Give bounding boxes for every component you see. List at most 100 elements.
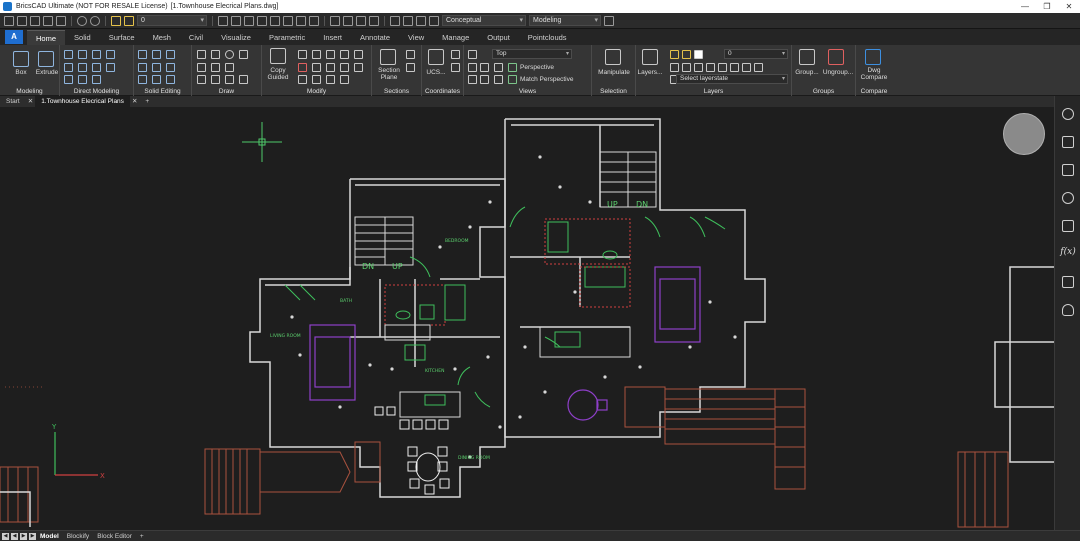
dm-tool-9-icon[interactable] — [64, 75, 73, 84]
tab-block-editor[interactable]: Block Editor — [93, 533, 136, 540]
zoom-extents-icon[interactable] — [343, 15, 353, 26]
view-dropdown[interactable]: Top — [492, 49, 572, 59]
tab-manage[interactable]: Manage — [433, 30, 478, 45]
next-layout-icon[interactable]: ▶ — [20, 532, 27, 540]
layer-tool-5-icon[interactable] — [718, 63, 727, 72]
open-file-icon[interactable] — [17, 15, 27, 26]
ucs-tool-1-icon[interactable] — [451, 50, 460, 59]
box-button[interactable]: Box — [8, 69, 34, 76]
first-layout-icon[interactable]: ◀ — [2, 532, 9, 540]
view-tool-4-icon[interactable] — [468, 75, 477, 84]
polyline-icon[interactable] — [211, 50, 220, 59]
help-icon[interactable] — [604, 15, 614, 26]
tab-annotate[interactable]: Annotate — [351, 30, 399, 45]
print-icon[interactable] — [43, 15, 53, 26]
dm-tool-11-icon[interactable] — [92, 75, 101, 84]
scale-icon[interactable] — [326, 50, 335, 59]
new-file-icon[interactable] — [4, 15, 14, 26]
ucs-tool-2-icon[interactable] — [451, 63, 460, 72]
tab-output[interactable]: Output — [478, 30, 519, 45]
close-start-tab-icon[interactable]: ✕ — [26, 96, 35, 107]
shade-icon[interactable] — [416, 15, 426, 26]
section-tool-2-icon[interactable] — [406, 63, 415, 72]
brush-icon[interactable] — [403, 15, 413, 26]
filter-icon[interactable] — [296, 15, 306, 26]
group-icon[interactable] — [799, 49, 815, 65]
light-icon[interactable] — [429, 15, 439, 26]
polygon-icon[interactable] — [197, 75, 206, 84]
tab-home[interactable]: Home — [27, 30, 66, 45]
group-button[interactable]: Group... — [792, 69, 822, 76]
se-tool-8-icon[interactable] — [152, 75, 161, 84]
rotate-icon[interactable] — [312, 50, 321, 59]
copy-guided-button[interactable]: Copy Guided — [262, 67, 294, 81]
tab-solid[interactable]: Solid — [65, 30, 100, 45]
dm-tool-5-icon[interactable] — [64, 63, 73, 72]
properties-icon[interactable] — [257, 15, 267, 26]
close-drawing-tab-icon[interactable]: ✕ — [130, 96, 139, 107]
table-grid-icon[interactable] — [1062, 220, 1074, 232]
array-icon[interactable] — [312, 75, 321, 84]
view-tool-6-icon[interactable] — [494, 75, 503, 84]
render-icon[interactable] — [390, 15, 400, 26]
match-properties-icon[interactable] — [270, 15, 280, 26]
attach-paperclip-icon[interactable] — [1062, 192, 1074, 204]
se-tool-6-icon[interactable] — [166, 63, 175, 72]
mirror-icon[interactable] — [340, 50, 349, 59]
manipulate-icon[interactable] — [605, 49, 621, 65]
tab-civil[interactable]: Civil — [180, 30, 212, 45]
offset-icon[interactable] — [354, 50, 363, 59]
layer-tool-2-icon[interactable] — [682, 63, 691, 72]
add-layout-button[interactable]: + — [136, 533, 148, 540]
move-icon[interactable] — [298, 50, 307, 59]
last-layout-icon[interactable]: ▶ — [29, 532, 36, 540]
parameters-fx-icon[interactable]: f(x) — [1060, 247, 1076, 257]
floor-plan-drawing[interactable]: BEDROOM LIVING ROOM KITCHEN DINING ROOM … — [0, 107, 1054, 530]
stretch-icon[interactable] — [298, 75, 307, 84]
match-perspective-icon[interactable] — [508, 75, 517, 84]
application-menu-button[interactable]: A — [5, 30, 23, 44]
layer-on-icon[interactable] — [111, 15, 121, 26]
tab-pointclouds[interactable]: Pointclouds — [519, 30, 576, 45]
workspace-dropdown[interactable]: Modeling — [529, 15, 601, 26]
section-plane-button[interactable]: Section Plane — [374, 67, 404, 81]
extrude-button[interactable]: Extrude — [32, 69, 62, 76]
line-icon[interactable] — [197, 50, 206, 59]
orbit-icon[interactable] — [369, 15, 379, 26]
layers-icon[interactable] — [642, 49, 658, 65]
layer-color-icon[interactable] — [694, 50, 703, 59]
properties-sliders-icon[interactable] — [1062, 136, 1074, 148]
minimize-button[interactable]: — — [1014, 0, 1036, 13]
color-icon[interactable] — [218, 15, 228, 26]
rectangle-icon[interactable] — [197, 63, 206, 72]
layers-stack-icon[interactable] — [1062, 164, 1074, 176]
pan-icon[interactable] — [356, 15, 366, 26]
view-tool-1-icon[interactable] — [468, 63, 477, 72]
dm-tool-8-icon[interactable] — [106, 63, 115, 72]
tab-mesh[interactable]: Mesh — [144, 30, 180, 45]
dm-tool-3-icon[interactable] — [92, 50, 101, 59]
se-tool-3-icon[interactable] — [166, 50, 175, 59]
trim-icon[interactable] — [312, 63, 321, 72]
close-button[interactable]: ✕ — [1058, 0, 1080, 13]
view-tool-2-icon[interactable] — [480, 63, 489, 72]
layers-button[interactable]: Layers... — [636, 69, 664, 76]
tab-model[interactable]: Model — [36, 533, 63, 540]
se-tool-2-icon[interactable] — [152, 50, 161, 59]
se-tool-4-icon[interactable] — [138, 63, 147, 72]
lightbulb-icon[interactable] — [1062, 108, 1074, 120]
se-tool-9-icon[interactable] — [166, 75, 175, 84]
ucs-button[interactable]: UCS... — [424, 69, 448, 76]
dwg-compare-icon[interactable] — [865, 49, 881, 65]
cloud-upload-icon[interactable] — [1062, 304, 1074, 316]
layer-sun-icon[interactable] — [682, 50, 691, 59]
layer-tool-7-icon[interactable] — [742, 63, 751, 72]
copy-guided-icon[interactable] — [270, 48, 286, 64]
tab-visualize[interactable]: Visualize — [212, 30, 260, 45]
se-tool-7-icon[interactable] — [138, 75, 147, 84]
ellipse-icon[interactable] — [211, 75, 220, 84]
tab-parametric[interactable]: Parametric — [260, 30, 314, 45]
tab-blockify[interactable]: Blockify — [63, 533, 93, 540]
isolate-icon[interactable] — [309, 15, 319, 26]
prev-layout-icon[interactable]: ◀ — [11, 532, 18, 540]
